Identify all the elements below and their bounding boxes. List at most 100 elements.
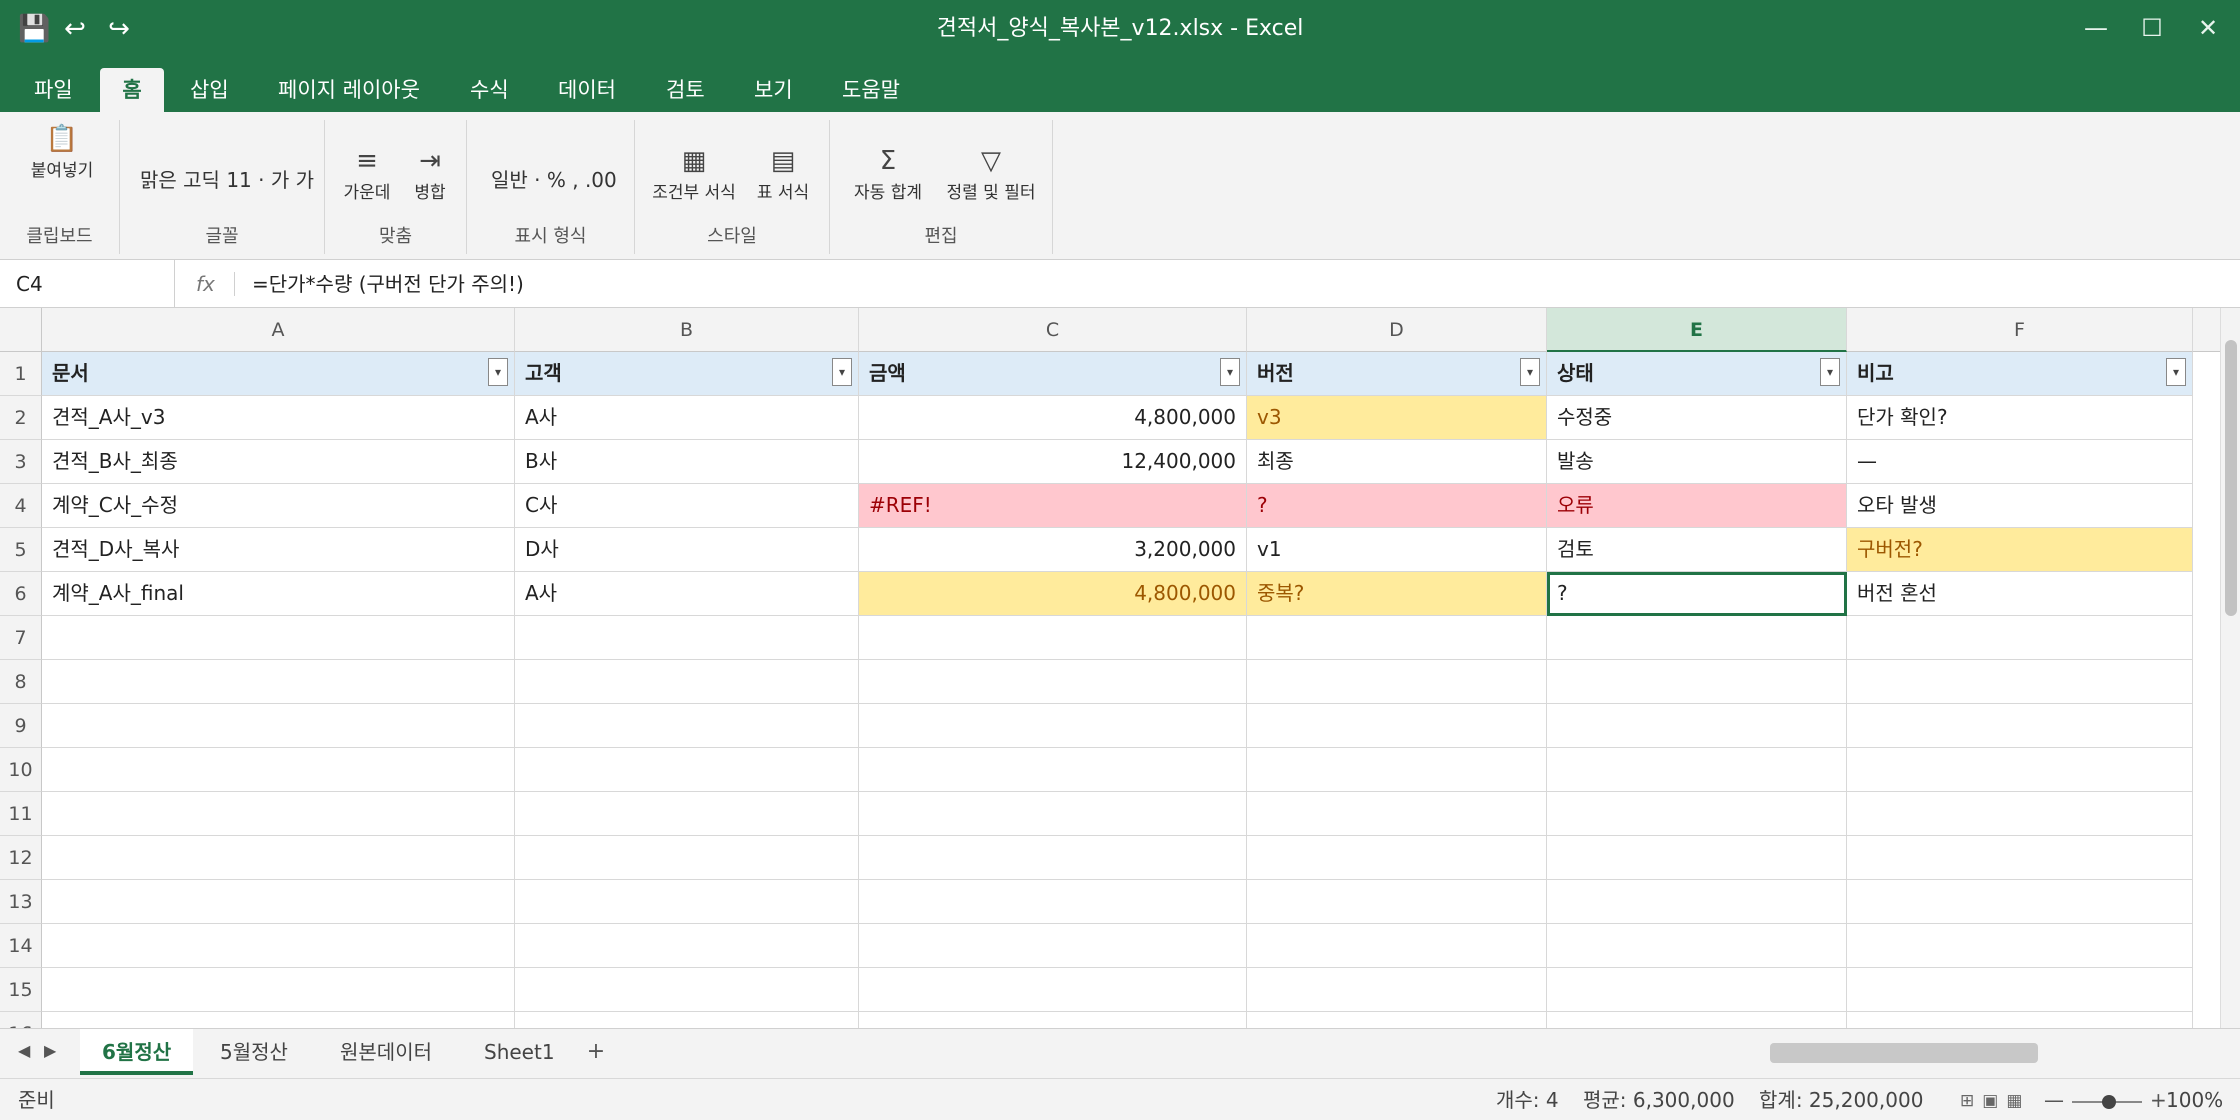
filter-dropdown-icon[interactable]: ▾ [1520, 358, 1540, 386]
column-header-f[interactable]: F [1847, 308, 2193, 352]
cell-f2[interactable]: 단가 확인? [1847, 396, 2193, 440]
empty-cell[interactable] [42, 660, 515, 704]
column-header-e[interactable]: E [1547, 308, 1847, 352]
column-header-d[interactable]: D [1247, 308, 1547, 352]
empty-cell[interactable] [42, 836, 515, 880]
sheet-tab-sheet1[interactable]: Sheet1 [462, 1029, 577, 1075]
cell-d4[interactable]: ? [1247, 484, 1547, 528]
empty-cell[interactable] [42, 1012, 515, 1028]
column-header-a[interactable]: A [42, 308, 515, 352]
vertical-scroll-thumb[interactable] [2225, 340, 2237, 616]
empty-cell[interactable] [1547, 880, 1847, 924]
horizontal-scroll-thumb[interactable] [1770, 1043, 2038, 1063]
empty-cell[interactable] [1247, 616, 1547, 660]
empty-cell[interactable] [515, 968, 859, 1012]
row-header[interactable]: 16 [0, 1012, 42, 1028]
empty-cell[interactable] [859, 660, 1247, 704]
table-header-customer[interactable]: 고객 ▾ [515, 352, 859, 396]
empty-cell[interactable] [1247, 836, 1547, 880]
row-header[interactable]: 2 [0, 396, 42, 440]
empty-cell[interactable] [515, 880, 859, 924]
page-break-view-icon[interactable]: ▦ [2006, 1091, 2022, 1111]
row-header[interactable]: 9 [0, 704, 42, 748]
cell-c2[interactable]: 4,800,000 [859, 396, 1247, 440]
empty-cell[interactable] [859, 704, 1247, 748]
cell-a2[interactable]: 견적_A사_v3 [42, 396, 515, 440]
tab-review[interactable]: 검토 [652, 68, 719, 112]
empty-cell[interactable] [1247, 704, 1547, 748]
empty-cell[interactable] [42, 748, 515, 792]
tab-page-layout[interactable]: 페이지 레이아웃 [264, 68, 434, 112]
cell-b5[interactable]: D사 [515, 528, 859, 572]
empty-cell[interactable] [859, 968, 1247, 1012]
sort-filter-button[interactable]: ▽ 정렬 및 필터 [938, 144, 1044, 203]
prev-sheet-icon[interactable]: ◀ [18, 1041, 30, 1060]
empty-cell[interactable] [1847, 616, 2193, 660]
empty-cell[interactable] [1547, 748, 1847, 792]
tab-formulas[interactable]: 수식 [456, 68, 523, 112]
font-selector[interactable]: 맑은 고딕 11 · 가 가 [140, 164, 314, 193]
cell-c6[interactable]: 4,800,000 [859, 572, 1247, 616]
empty-cell[interactable] [515, 616, 859, 660]
sheet-tab-june[interactable]: 6월정산 [80, 1029, 194, 1075]
row-header[interactable]: 6 [0, 572, 42, 616]
row-header[interactable]: 14 [0, 924, 42, 968]
cell-e2[interactable]: 수정중 [1547, 396, 1847, 440]
zoom-slider[interactable] [2072, 1094, 2142, 1109]
empty-cell[interactable] [1547, 660, 1847, 704]
formula-input[interactable]: =단가*수량 (구버전 단가 주의!) [252, 260, 524, 308]
empty-cell[interactable] [1847, 880, 2193, 924]
column-header-b[interactable]: B [515, 308, 859, 352]
empty-cell[interactable] [1847, 660, 2193, 704]
merge-button[interactable]: ⇥ 병합 [405, 144, 455, 203]
tab-file[interactable]: 파일 [20, 68, 87, 112]
table-header-note[interactable]: 비고 ▾ [1847, 352, 2193, 396]
cell-c3[interactable]: 12,400,000 [859, 440, 1247, 484]
empty-cell[interactable] [859, 616, 1247, 660]
empty-cell[interactable] [1247, 660, 1547, 704]
cell-e5[interactable]: 검토 [1547, 528, 1847, 572]
table-header-amount[interactable]: 금액 ▾ [859, 352, 1247, 396]
vertical-scrollbar[interactable] [2220, 308, 2240, 1028]
normal-view-icon[interactable]: ⊞ [1960, 1091, 1974, 1111]
name-box[interactable]: C4 [0, 260, 175, 308]
cell-e4[interactable]: 오류 [1547, 484, 1847, 528]
table-header-version[interactable]: 버전 ▾ [1247, 352, 1547, 396]
empty-cell[interactable] [859, 880, 1247, 924]
cell-a6[interactable]: 계약_A사_final [42, 572, 515, 616]
empty-cell[interactable] [1247, 1012, 1547, 1028]
empty-cell[interactable] [1247, 968, 1547, 1012]
cell-f4[interactable]: 오타 발생 [1847, 484, 2193, 528]
empty-cell[interactable] [42, 968, 515, 1012]
empty-cell[interactable] [859, 792, 1247, 836]
empty-cell[interactable] [1847, 924, 2193, 968]
empty-cell[interactable] [1247, 792, 1547, 836]
next-sheet-icon[interactable]: ▶ [44, 1041, 56, 1060]
empty-cell[interactable] [859, 924, 1247, 968]
row-header[interactable]: 10 [0, 748, 42, 792]
cell-e6-active[interactable]: ? [1547, 572, 1847, 616]
column-header-c[interactable]: C [859, 308, 1247, 352]
empty-cell[interactable] [1847, 704, 2193, 748]
sheet-tab-may[interactable]: 5월정산 [198, 1029, 310, 1075]
cell-d6[interactable]: 중복? [1247, 572, 1547, 616]
paste-button[interactable]: 📋 붙여넣기 [20, 122, 104, 181]
filter-dropdown-icon[interactable]: ▾ [488, 358, 508, 386]
empty-cell[interactable] [42, 616, 515, 660]
cell-b3[interactable]: B사 [515, 440, 859, 484]
cell-d5[interactable]: v1 [1247, 528, 1547, 572]
autosum-button[interactable]: Σ 자동 합계 [850, 144, 926, 203]
tab-data[interactable]: 데이터 [544, 68, 630, 112]
cell-b6[interactable]: A사 [515, 572, 859, 616]
cell-f6[interactable]: 버전 혼선 [1847, 572, 2193, 616]
row-header[interactable]: 12 [0, 836, 42, 880]
empty-cell[interactable] [42, 792, 515, 836]
row-header[interactable]: 1 [0, 352, 42, 396]
row-header[interactable]: 8 [0, 660, 42, 704]
cell-d2[interactable]: v3 [1247, 396, 1547, 440]
empty-cell[interactable] [1847, 1012, 2193, 1028]
empty-cell[interactable] [1547, 968, 1847, 1012]
table-header-document[interactable]: 문서 ▾ [42, 352, 515, 396]
cell-e3[interactable]: 발송 [1547, 440, 1847, 484]
minimize-button[interactable]: — [2082, 12, 2110, 44]
